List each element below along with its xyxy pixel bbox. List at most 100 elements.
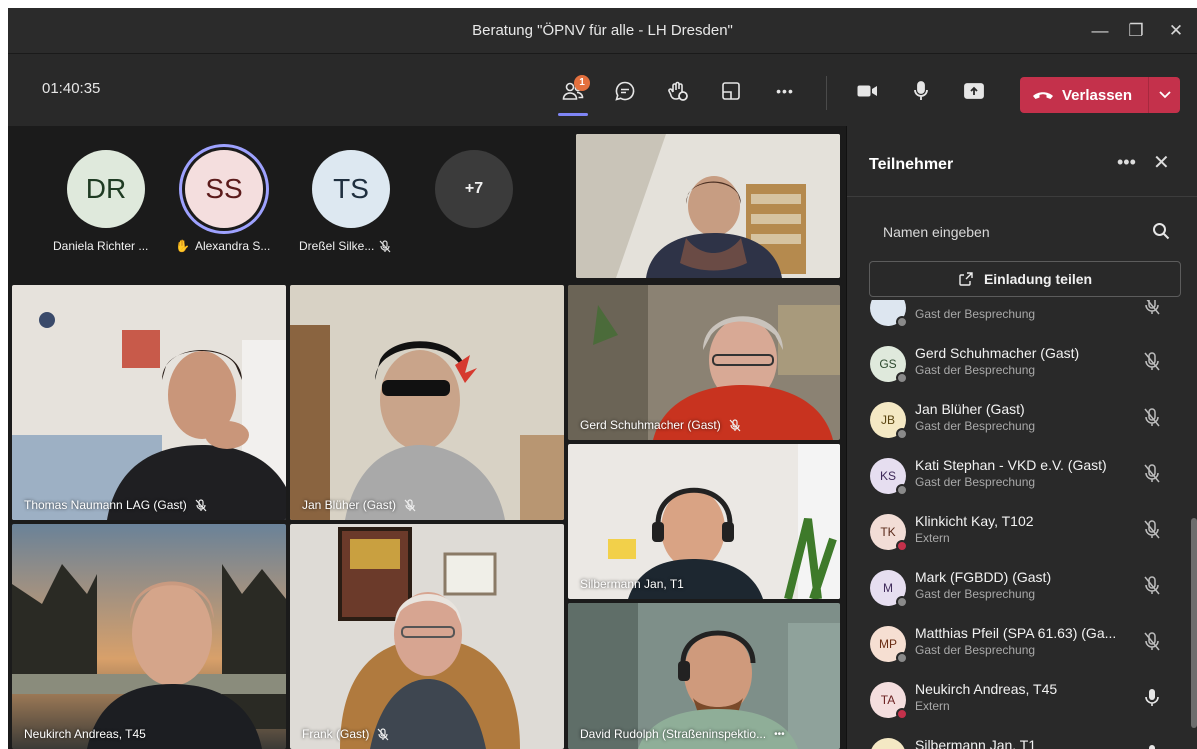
more-actions-button[interactable]: ••• (766, 72, 804, 110)
share-icon (964, 83, 984, 99)
participants-badge: 1 (574, 75, 590, 91)
video-tile-thomas[interactable]: Thomas Naumann LAG (Gast) (12, 285, 286, 520)
participant-avatar: M (870, 570, 908, 608)
participant-name: Neukirch Andreas, T45 (915, 681, 1058, 697)
camera-button[interactable] (848, 72, 886, 110)
chevron-down-icon (1158, 91, 1171, 99)
participant-avatar: TA (870, 682, 908, 720)
avatar-name-daniela: Daniela Richter ... (53, 239, 148, 253)
video-tile-jan-blueher[interactable]: Jan Blüher (Gast) (290, 285, 564, 520)
participant-avatar: GS (870, 346, 908, 384)
avatar-dressel[interactable]: TS (312, 150, 390, 228)
presence-status-icon (896, 484, 908, 496)
participant-row[interactable]: MP Matthias Pfeil (SPA 61.63) (Ga... Gast … (847, 618, 1187, 674)
mic-icon (1149, 745, 1155, 749)
participant-search-input[interactable]: Namen eingeben (869, 216, 1179, 246)
search-placeholder: Namen eingeben (883, 224, 990, 240)
tile-name-thomas: Thomas Naumann LAG (Gast) (24, 498, 207, 512)
search-icon (1153, 223, 1170, 240)
panel-more-button[interactable]: ••• (1117, 152, 1136, 173)
camera-icon (857, 85, 877, 97)
participant-avatar: TK (870, 514, 908, 552)
participant-row[interactable]: TA Neukirch Andreas, T45 Extern (847, 674, 1187, 730)
participants-panel: Teilnehmer ••• ✕ Namen eingeben Einladun… (846, 126, 1197, 749)
tile-name-jan-blueher: Jan Blüher (Gast) (302, 498, 416, 512)
participant-role: Gast der Besprechung (915, 363, 1036, 377)
minimize-button[interactable]: — (1080, 16, 1120, 46)
more-participants-bubble[interactable]: +7 (435, 150, 513, 228)
close-window-button[interactable]: ✕ (1156, 16, 1196, 46)
participant-name: Silbermann Jan, T1 (915, 737, 1037, 749)
leave-button[interactable]: Verlassen (1020, 77, 1180, 113)
active-indicator (558, 113, 588, 116)
participant-row[interactable]: Gast der Besprechung (847, 300, 1187, 338)
avatar-daniela[interactable]: DR (67, 150, 145, 228)
participant-row[interactable]: KS Kati Stephan - VKD e.V. (Gast) Gast der… (847, 450, 1187, 506)
video-tile-top-right[interactable] (576, 134, 840, 278)
restore-button[interactable]: ❐ (1116, 16, 1156, 46)
meeting-toolbar: 01:40:35 1 ••• Verlassen (8, 54, 1197, 126)
video-tile-frank[interactable]: Frank (Gast) (290, 524, 564, 749)
tile-name-gerd: Gerd Schuhmacher (Gast) (580, 418, 741, 432)
participant-row[interactable]: M Mark (FGBDD) (Gast) Gast der Besprechung (847, 562, 1187, 618)
mic-off-icon (1144, 352, 1160, 371)
title-bar: Beratung "ÖPNV für alle - LH Dresden" — … (8, 8, 1197, 54)
raised-hand-icon: ✋ (175, 239, 190, 253)
participants-button[interactable]: 1 (554, 72, 592, 116)
panel-divider (847, 196, 1197, 197)
mic-off-icon (1145, 300, 1160, 315)
tile-name-david: David Rudolph (Straßeninspektio... ••• (580, 727, 785, 741)
tile-label: Thomas Naumann LAG (Gast) (24, 498, 187, 512)
reactions-button[interactable] (659, 72, 697, 110)
participant-row[interactable]: JB Jan Blüher (Gast) Gast der Besprechung (847, 394, 1187, 450)
video-frame (290, 524, 564, 749)
participant-avatar: MP (870, 626, 908, 664)
panel-close-button[interactable]: ✕ (1153, 150, 1170, 175)
tile-label: Neukirch Andreas, T45 (24, 727, 146, 741)
participant-row[interactable]: TK Klinkicht Kay, T102 Extern (847, 506, 1187, 562)
participant-row[interactable]: TJSilbermann Jan, T1Extern (847, 730, 1187, 749)
participant-initials: GS (879, 357, 897, 371)
participant-list: Gast der Besprechung GS Gerd Schuhmacher (… (847, 300, 1187, 749)
participant-role: Gast der Besprechung (915, 419, 1036, 433)
share-button[interactable] (955, 72, 993, 110)
participant-row[interactable]: GS Gerd Schuhmacher (Gast) Gast der Bespre… (847, 338, 1187, 394)
hangup-icon (1033, 92, 1053, 99)
mic-icon (1145, 689, 1159, 706)
participant-initials: KS (879, 469, 896, 483)
tile-name-neukirch: Neukirch Andreas, T45 (24, 727, 146, 741)
tile-label: Jan Blüher (Gast) (302, 498, 397, 512)
rooms-button[interactable] (712, 72, 750, 110)
video-frame (12, 285, 286, 520)
participant-role: Gast der Besprechung (915, 587, 1036, 601)
mic-off-icon (1144, 408, 1160, 427)
panel-title: Teilnehmer (869, 156, 954, 173)
leave-label: Verlassen (1062, 86, 1133, 104)
chat-button[interactable] (606, 72, 644, 110)
video-tile-david[interactable]: David Rudolph (Straßeninspektio... ••• (568, 603, 840, 749)
avatar-label: Alexandra S... (194, 239, 271, 253)
tile-more-button[interactable]: ••• (774, 729, 785, 740)
avatar-name-alexandra: ✋ Alexandra S... (175, 239, 270, 253)
tile-label: David Rudolph (Straßeninspektio... (580, 727, 767, 741)
video-tile-neukirch[interactable]: Neukirch Andreas, T45 (12, 524, 286, 749)
avatar-alexandra-speaking[interactable]: SS (185, 150, 263, 228)
presence-status-icon (896, 596, 908, 608)
video-stage: DR Daniela Richter ... SS ✋ Alexandra S.… (8, 126, 846, 749)
participant-name: Jan Blüher (Gast) (915, 401, 1025, 417)
participant-initials: TA (880, 693, 896, 707)
presence-status-icon (896, 316, 908, 328)
video-tile-silbermann[interactable]: Silbermann Jan, T1 (568, 444, 840, 599)
teams-meeting-window: Beratung "ÖPNV für alle - LH Dresden" — … (8, 8, 1197, 749)
participant-role: Extern (915, 699, 950, 713)
leave-options-button[interactable] (1148, 77, 1180, 113)
participant-list-scrollbar[interactable] (1191, 518, 1197, 728)
mic-button[interactable] (902, 72, 940, 110)
tile-name-silbermann: Silbermann Jan, T1 (580, 577, 684, 591)
share-invite-button[interactable]: Einladung teilen (869, 261, 1181, 297)
participant-initials: JB (880, 413, 895, 427)
video-tile-gerd[interactable]: Gerd Schuhmacher (Gast) (568, 285, 840, 440)
mic-off-icon (1144, 464, 1160, 483)
chat-icon (615, 81, 635, 101)
presence-status-icon (896, 652, 908, 664)
